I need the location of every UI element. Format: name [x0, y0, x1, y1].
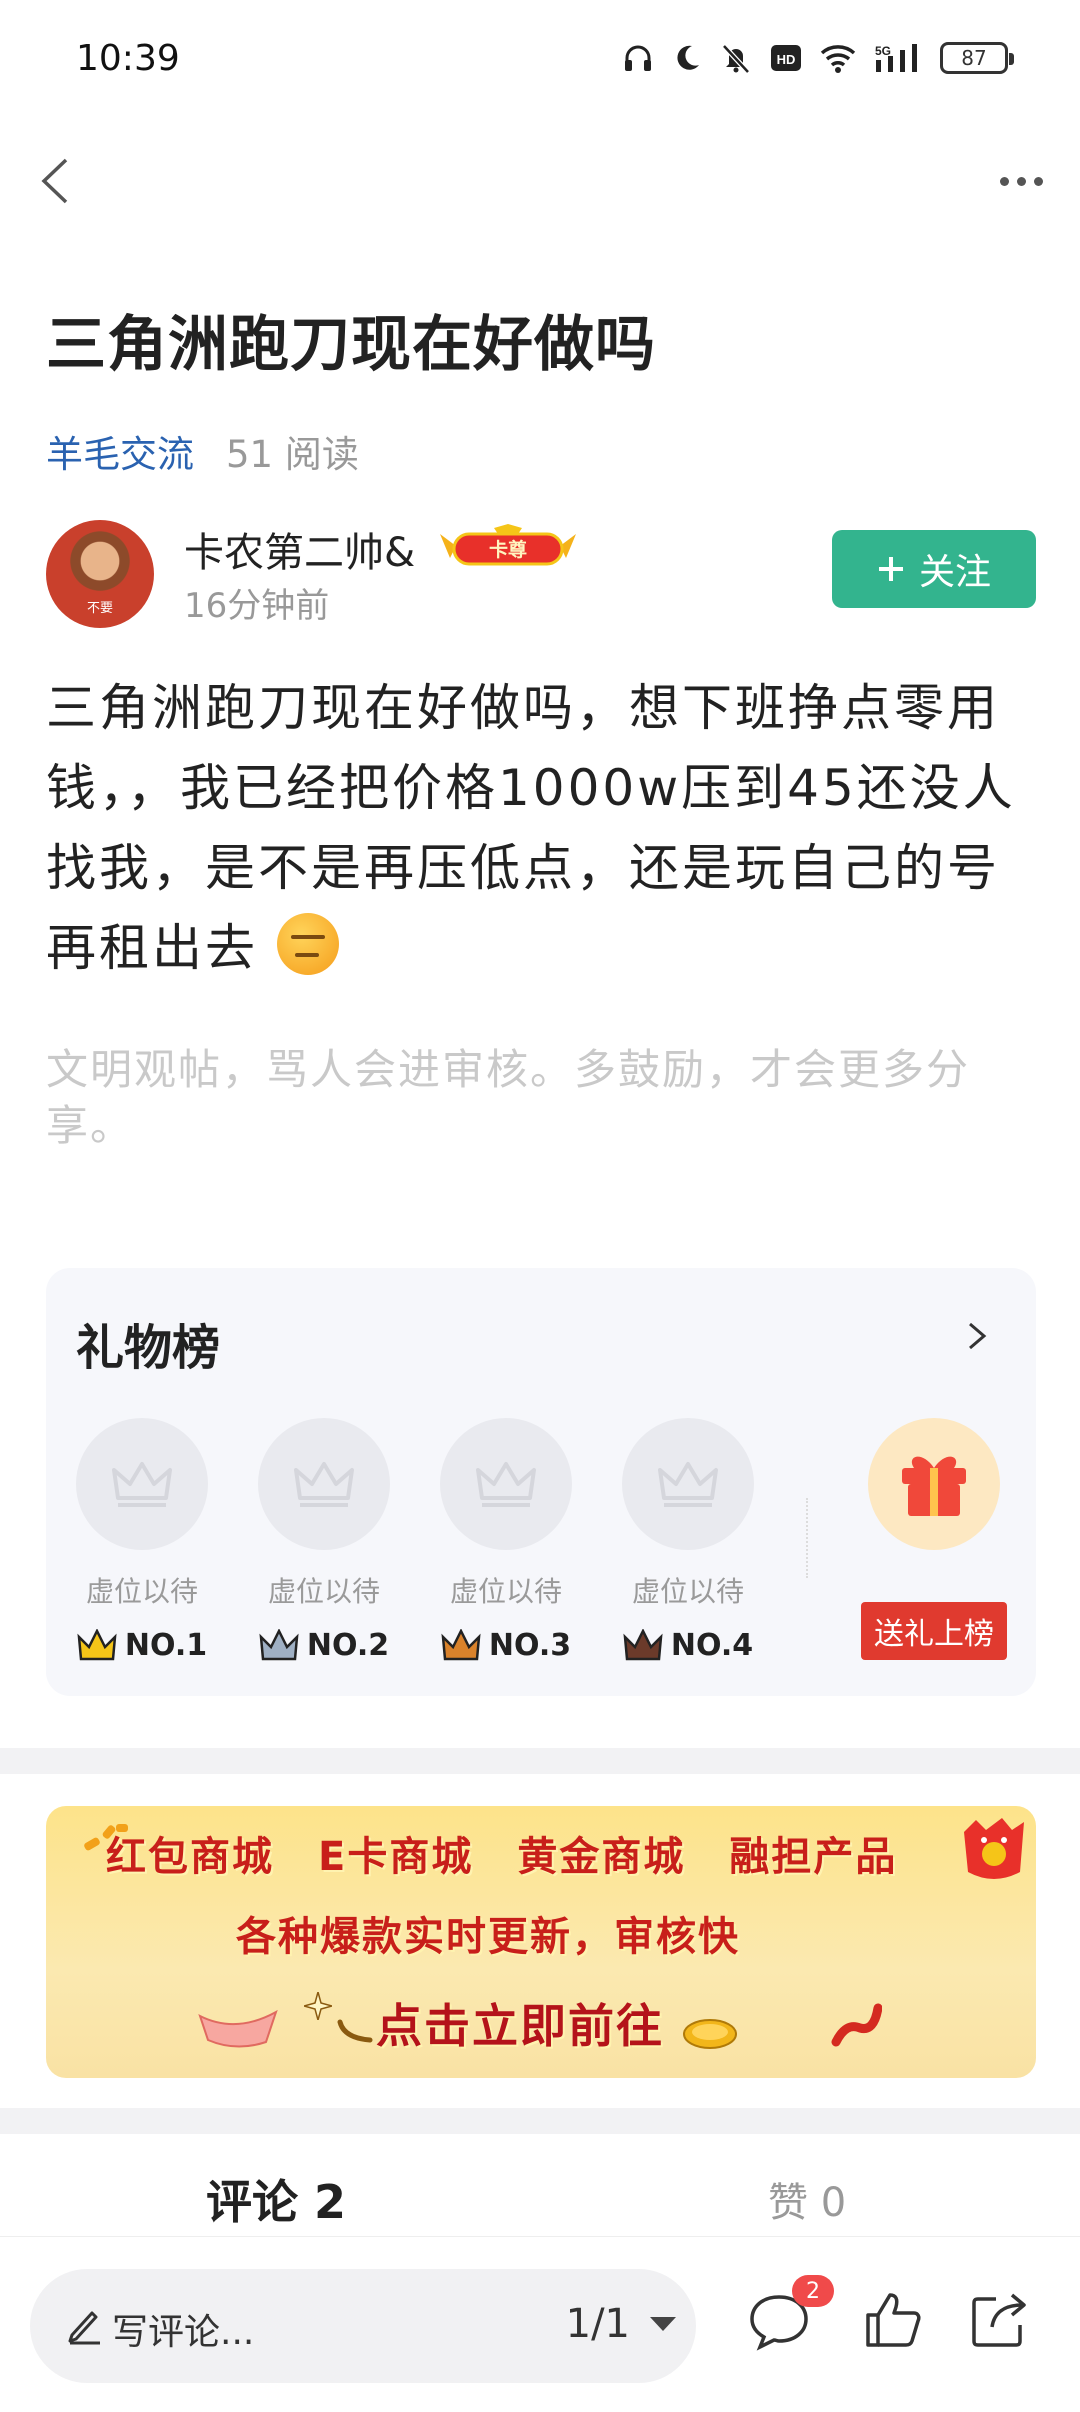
- send-gift-button[interactable]: 送礼上榜: [861, 1602, 1007, 1660]
- mute-icon: [722, 44, 750, 74]
- community-notice: 文明观帖，骂人会进审核。多鼓励，才会更多分享。: [46, 1045, 971, 1150]
- page-indicator[interactable]: 1/1: [566, 2301, 630, 2347]
- post-meta: 羊毛交流 51 阅读: [46, 424, 359, 478]
- chevron-right-icon[interactable]: [956, 1316, 996, 1356]
- crown-outline-icon: [112, 1462, 172, 1507]
- battery-level: 87: [961, 46, 987, 70]
- rank-label: NO.3: [488, 1628, 572, 1663]
- post-content: 三角洲跑刀现在好做吗，想下班挣点零用钱，，我已经把价格1000w压到45还没人找…: [46, 668, 1036, 988]
- banner-cta: 点击立即前往: [376, 1999, 664, 2053]
- post-title: 三角洲跑刀现在好做吗: [46, 310, 656, 380]
- gift-slot-3[interactable]: 虚位以待 NO.3: [440, 1418, 572, 1663]
- vip-badge-icon: 卡尊: [440, 524, 576, 566]
- status-time: 10:39: [76, 38, 180, 79]
- crown-bronze-icon: [441, 1628, 481, 1660]
- svg-text:5G: 5G: [875, 44, 891, 58]
- status-bar: 10:39 HD 5G 87: [0, 0, 1080, 120]
- category-link[interactable]: 羊毛交流: [46, 424, 194, 478]
- post-body-text: 三角洲跑刀现在好做吗，想下班挣点零用钱，，我已经把价格1000w压到45还没人找…: [46, 679, 1016, 977]
- back-button[interactable]: [24, 146, 94, 216]
- crown-outline-icon: [658, 1462, 718, 1507]
- crown-outline-icon: [294, 1462, 354, 1507]
- banner-item: 红包商城: [106, 1834, 274, 1880]
- battery-icon: 87: [940, 42, 1014, 74]
- rank-label: NO.2: [306, 1628, 390, 1663]
- author-name[interactable]: 卡农第二帅&: [184, 520, 415, 578]
- slot-label: 虚位以待: [631, 1575, 744, 1608]
- thumbs-up-icon[interactable]: [860, 2287, 926, 2353]
- gift-slot-2[interactable]: 虚位以待 NO.2: [258, 1418, 390, 1663]
- status-icons: HD 5G 87: [622, 36, 1014, 80]
- gift-box-icon: [902, 1456, 966, 1516]
- gift-board: 礼物榜 虚位以待 NO.1 虚位以待 NO.2 虚位以待 NO.3 虚位以待 N…: [46, 1268, 1036, 1696]
- red-ribbon-icon: [831, 2003, 882, 2047]
- section-divider: [0, 2108, 1080, 2134]
- wifi-icon: [820, 45, 856, 73]
- 5g-signal-icon: 5G: [875, 44, 917, 72]
- gift-slot-4[interactable]: 虚位以待 NO.4: [622, 1418, 754, 1663]
- section-divider: [0, 1748, 1080, 1774]
- post-time: 16分钟前: [184, 586, 330, 626]
- banner-slogan: 各种爆款实时更新，审核快: [236, 1914, 740, 1960]
- share-icon[interactable]: [966, 2287, 1032, 2353]
- ribbon-icon: [198, 2009, 278, 2048]
- follow-button[interactable]: 关注: [832, 530, 1036, 608]
- more-options-button[interactable]: [986, 146, 1056, 216]
- gift-slot-1[interactable]: 虚位以待 NO.1: [76, 1418, 208, 1663]
- vip-badge-text: 卡尊: [489, 538, 527, 561]
- crown-gold-icon: [77, 1628, 117, 1660]
- banner-item: E卡商城: [318, 1834, 474, 1880]
- banner-categories: 红包商城 E卡商城 黄金商城 融担产品: [106, 1824, 941, 1882]
- follow-label: 关注: [918, 552, 991, 593]
- comment-count-badge: 2: [792, 2275, 834, 2307]
- red-envelope-mascot-icon: [964, 1818, 1024, 1879]
- author-row: 不要 卡农第二帅& 卡尊 16分钟前 关注: [46, 520, 1036, 632]
- star-sparkle-icon: [304, 1992, 332, 2020]
- comment-input[interactable]: 写评论... 1/1: [30, 2269, 696, 2383]
- read-count: 51 阅读: [226, 433, 359, 476]
- rank-label: NO.4: [670, 1628, 754, 1663]
- slot-label: 虚位以待: [267, 1575, 380, 1608]
- hd-icon: HD: [771, 45, 801, 71]
- tab-comments[interactable]: 评论 2: [206, 2166, 346, 2232]
- banner-item: 黄金商城: [517, 1834, 686, 1880]
- comment-placeholder: 写评论...: [112, 2312, 255, 2353]
- divider: [806, 1498, 808, 1578]
- caret-down-icon[interactable]: [650, 2317, 676, 2331]
- top-nav: [0, 120, 1080, 240]
- avatar-text: 不要: [86, 601, 113, 616]
- gift-box-button[interactable]: [868, 1418, 1000, 1550]
- swirl-icon: [337, 2019, 373, 2043]
- bottom-bar: 写评论... 1/1 2: [0, 2236, 1080, 2412]
- chevron-left-icon: [41, 158, 68, 204]
- crown-outline-icon: [476, 1462, 536, 1507]
- promo-banner[interactable]: 红包商城 E卡商城 黄金商城 融担产品 各种爆款实时更新，审核快 点击立即前往: [46, 1806, 1036, 2078]
- rank-label: NO.1: [124, 1628, 208, 1663]
- slot-label: 虚位以待: [449, 1575, 562, 1608]
- speechless-emoji-icon: [276, 913, 339, 975]
- coin-icon: [683, 2019, 737, 2049]
- moon-icon: [677, 45, 699, 70]
- plus-icon: [878, 557, 903, 581]
- more-dots-icon: [999, 176, 1009, 186]
- comment-like-tabs: 评论 2 赞 0: [0, 2166, 1080, 2238]
- svg-text:HD: HD: [777, 52, 796, 67]
- banner-item: 融担产品: [729, 1834, 898, 1880]
- pen-icon: [68, 2311, 100, 2345]
- gift-board-title: 礼物榜: [76, 1320, 221, 1376]
- avatar[interactable]: 不要: [46, 520, 154, 628]
- crown-dark-icon: [623, 1628, 663, 1660]
- crown-silver-icon: [259, 1628, 299, 1660]
- tab-likes[interactable]: 赞 0: [768, 2170, 846, 2228]
- slot-label: 虚位以待: [85, 1575, 198, 1608]
- headphones-icon: [625, 45, 651, 71]
